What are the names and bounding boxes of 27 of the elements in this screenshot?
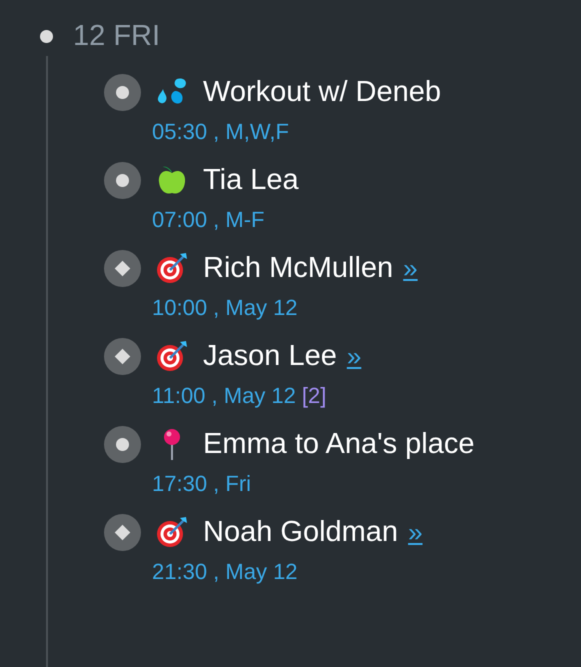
event-time: 10:00 , May 12 xyxy=(152,294,298,322)
diamond-bullet[interactable] xyxy=(104,250,141,286)
event-title: Noah Goldman xyxy=(203,515,398,550)
day-bullet[interactable] xyxy=(40,30,53,42)
circle-bullet[interactable] xyxy=(104,426,141,462)
target-icon xyxy=(155,251,189,285)
event-time: 21:30 , May 12 xyxy=(152,558,298,586)
event-title: Emma to Ana's place xyxy=(203,427,475,462)
diamond-bullet[interactable] xyxy=(104,514,141,550)
open-link[interactable]: » xyxy=(403,248,418,288)
event-title: Jason Lee xyxy=(203,339,337,374)
event-time: 11:00 , May 12 xyxy=(152,382,296,410)
event-time: 05:30 , M,W,F xyxy=(152,118,289,146)
repeat-count: [2] xyxy=(302,382,326,410)
open-link[interactable]: » xyxy=(408,512,423,552)
event-title: Workout w/ Deneb xyxy=(203,75,442,110)
event-time: 17:30 , Fri xyxy=(152,470,252,498)
open-link[interactable]: » xyxy=(346,336,362,376)
target-icon xyxy=(155,515,189,549)
diamond-bullet[interactable] xyxy=(104,338,141,374)
event-title: Tia Lea xyxy=(203,163,299,198)
circle-bullet[interactable] xyxy=(104,162,141,198)
event-title: Rich McMullen xyxy=(203,251,394,286)
circle-bullet[interactable] xyxy=(104,74,141,110)
day-heading: 12 FRI xyxy=(73,19,160,54)
target-icon xyxy=(155,339,189,373)
event-time: 07:00 , M-F xyxy=(152,206,264,234)
